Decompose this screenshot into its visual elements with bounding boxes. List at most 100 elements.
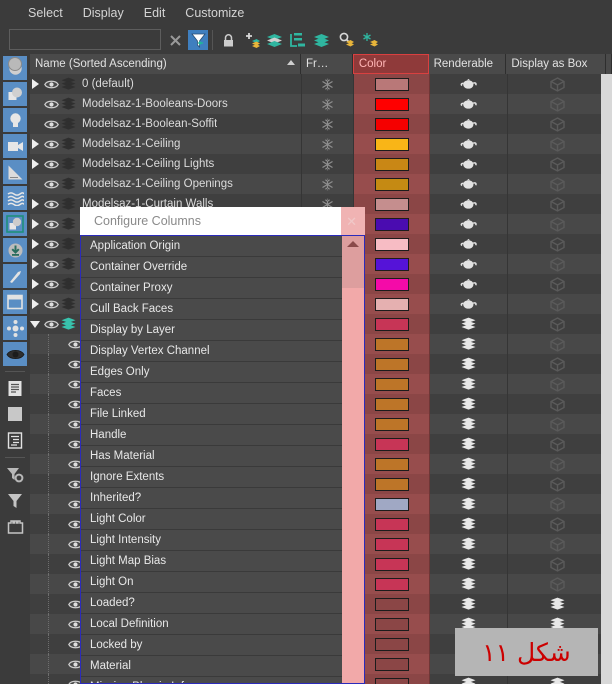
- visibility-eye-icon[interactable]: [42, 239, 60, 250]
- rail-lights-icon[interactable]: [3, 108, 27, 132]
- layer-stack-icon[interactable]: [60, 257, 76, 271]
- row-renderable-cell[interactable]: [430, 74, 508, 94]
- row-color-cell[interactable]: [354, 154, 430, 174]
- tree-expander-toggle[interactable]: [30, 274, 42, 294]
- configure-columns-item[interactable]: Locked by: [81, 635, 364, 656]
- table-row[interactable]: Modelsaz-1-Boolean-Soffit: [30, 114, 612, 134]
- row-color-cell[interactable]: [354, 434, 430, 454]
- configure-columns-item[interactable]: Application Origin: [81, 236, 364, 257]
- chevron-up-icon[interactable]: [347, 241, 359, 247]
- row-color-cell[interactable]: [354, 454, 430, 474]
- row-display-as-box-cell[interactable]: [508, 214, 608, 234]
- color-swatch[interactable]: [374, 577, 409, 591]
- filter-funnel-icon[interactable]: [188, 30, 208, 50]
- row-renderable-cell[interactable]: [430, 314, 508, 334]
- color-swatch[interactable]: [374, 357, 409, 371]
- select-all-toggle-icon[interactable]: [8, 57, 22, 71]
- color-swatch[interactable]: [374, 497, 409, 511]
- row-renderable-cell[interactable]: [430, 394, 508, 414]
- row-color-cell[interactable]: [354, 114, 430, 134]
- color-swatch[interactable]: [374, 617, 409, 631]
- table-row[interactable]: Modelsaz-1-Booleans-Doors: [30, 94, 612, 114]
- row-display-as-box-cell[interactable]: [508, 274, 608, 294]
- row-frozen-cell[interactable]: [302, 134, 354, 154]
- rail-containers-icon[interactable]: [3, 290, 27, 314]
- color-swatch[interactable]: [374, 537, 409, 551]
- search-input[interactable]: [9, 29, 161, 50]
- configure-columns-item[interactable]: Light Color: [81, 509, 364, 530]
- row-renderable-cell[interactable]: [430, 254, 508, 274]
- table-row[interactable]: Modelsaz-1-Ceiling Openings: [30, 174, 612, 194]
- row-frozen-cell[interactable]: [302, 94, 354, 114]
- color-swatch[interactable]: [374, 477, 409, 491]
- layer-stack-icon[interactable]: [60, 117, 76, 131]
- tree-expander-toggle[interactable]: [30, 154, 42, 174]
- configure-columns-list[interactable]: Application Origin Container Override Cont…: [80, 235, 365, 684]
- row-frozen-cell[interactable]: [302, 74, 354, 94]
- row-display-as-box-cell[interactable]: [508, 254, 608, 274]
- configure-columns-item[interactable]: File Linked: [81, 404, 364, 425]
- color-swatch[interactable]: [374, 137, 409, 151]
- layers-icon[interactable]: [311, 30, 331, 50]
- rail-shapes-icon[interactable]: [3, 82, 27, 106]
- tree-expander-toggle[interactable]: [30, 294, 42, 314]
- row-display-as-box-cell[interactable]: [508, 514, 608, 534]
- row-renderable-cell[interactable]: [430, 214, 508, 234]
- row-color-cell[interactable]: [354, 474, 430, 494]
- configure-columns-item[interactable]: Inherited?: [81, 488, 364, 509]
- color-swatch[interactable]: [374, 217, 409, 231]
- row-frozen-cell[interactable]: [302, 114, 354, 134]
- color-swatch[interactable]: [374, 297, 409, 311]
- configure-columns-item[interactable]: Faces: [81, 383, 364, 404]
- visibility-eye-icon[interactable]: [42, 219, 60, 230]
- col-header-color[interactable]: Color: [352, 54, 429, 74]
- visibility-eye-icon[interactable]: [42, 279, 60, 290]
- col-header-name[interactable]: Name (Sorted Ascending): [30, 54, 302, 74]
- row-color-cell[interactable]: [354, 634, 430, 654]
- row-renderable-cell[interactable]: [430, 334, 508, 354]
- col-header-frozen[interactable]: Fr…: [301, 54, 353, 74]
- layer-stack-icon[interactable]: [60, 137, 76, 151]
- menu-edit[interactable]: Edit: [134, 4, 176, 22]
- row-display-as-box-cell[interactable]: [508, 494, 608, 514]
- layer-stack-icon[interactable]: [60, 197, 76, 211]
- row-frozen-cell[interactable]: [302, 154, 354, 174]
- configure-columns-item[interactable]: Material: [81, 656, 364, 677]
- row-renderable-cell[interactable]: [430, 174, 508, 194]
- rail-filter-icon[interactable]: [3, 488, 27, 512]
- row-name-cell[interactable]: Modelsaz-1-Booleans-Doors: [30, 94, 302, 114]
- row-display-as-box-cell[interactable]: [508, 414, 608, 434]
- tree-expander-toggle[interactable]: [30, 254, 42, 274]
- rail-particles-icon[interactable]: [3, 316, 27, 340]
- table-row[interactable]: 0 (default): [30, 74, 612, 94]
- row-display-as-box-cell[interactable]: [508, 354, 608, 374]
- color-swatch[interactable]: [374, 337, 409, 351]
- row-color-cell[interactable]: [354, 94, 430, 114]
- row-name-cell[interactable]: Modelsaz-1-Ceiling Openings: [30, 174, 302, 194]
- row-display-as-box-cell[interactable]: [508, 114, 608, 134]
- row-display-as-box-cell[interactable]: [508, 594, 608, 614]
- row-color-cell[interactable]: [354, 414, 430, 434]
- tree-expander-toggle[interactable]: [30, 234, 42, 254]
- tree-expander-toggle[interactable]: [30, 74, 42, 94]
- row-display-as-box-cell[interactable]: [508, 194, 608, 214]
- color-swatch[interactable]: [374, 637, 409, 651]
- row-renderable-cell[interactable]: [430, 454, 508, 474]
- row-display-as-box-cell[interactable]: [508, 134, 608, 154]
- freeze-layer-icon[interactable]: [360, 30, 380, 50]
- configure-columns-item[interactable]: Light On: [81, 572, 364, 593]
- row-color-cell[interactable]: [354, 554, 430, 574]
- close-icon[interactable]: ✕: [346, 214, 357, 230]
- tree-expander-toggle[interactable]: [30, 194, 42, 214]
- configure-columns-item[interactable]: Container Override: [81, 257, 364, 278]
- row-name-cell[interactable]: Modelsaz-1-Boolean-Soffit: [30, 114, 302, 134]
- rail-spacewarps-icon[interactable]: [3, 186, 27, 210]
- row-color-cell[interactable]: [354, 514, 430, 534]
- color-swatch[interactable]: [374, 417, 409, 431]
- configure-columns-item[interactable]: Ignore Extents: [81, 467, 364, 488]
- layer-stack-icon[interactable]: [60, 237, 76, 251]
- color-swatch[interactable]: [374, 177, 409, 191]
- row-display-as-box-cell[interactable]: [508, 94, 608, 114]
- row-renderable-cell[interactable]: [430, 194, 508, 214]
- row-display-as-box-cell[interactable]: [508, 434, 608, 454]
